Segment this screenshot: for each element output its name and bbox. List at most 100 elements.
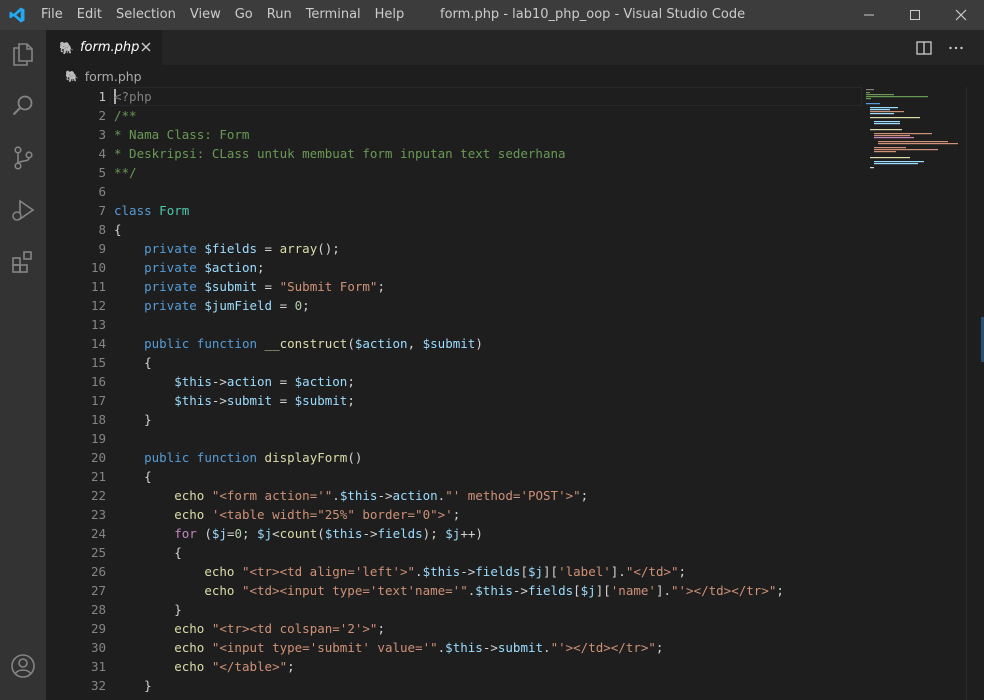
code-line[interactable]: { bbox=[114, 467, 854, 486]
code-content[interactable]: <?php /** * Nama Class: Form * Deskripsi: C… bbox=[114, 87, 854, 695]
close-window-button[interactable] bbox=[938, 0, 984, 30]
code-token: private bbox=[144, 298, 197, 313]
menu-run[interactable]: Run bbox=[260, 0, 299, 30]
code-token: /** bbox=[114, 108, 137, 123]
code-line[interactable]: <?php bbox=[114, 87, 854, 106]
code-token: action bbox=[392, 488, 438, 503]
menu-go[interactable]: Go bbox=[228, 0, 260, 30]
code-line[interactable]: * Nama Class: Form bbox=[114, 125, 854, 144]
code-token: ; bbox=[580, 488, 589, 503]
minimize-button[interactable] bbox=[846, 0, 892, 30]
accounts-icon[interactable] bbox=[9, 652, 37, 680]
code-line[interactable]: private $action; bbox=[114, 258, 854, 277]
code-line[interactable]: $this->submit = $submit; bbox=[114, 391, 854, 410]
more-actions-icon[interactable] bbox=[947, 39, 965, 57]
menu-view[interactable]: View bbox=[183, 0, 228, 30]
code-line[interactable]: $this->action = $action; bbox=[114, 372, 854, 391]
split-editor-icon[interactable] bbox=[915, 39, 933, 57]
code-line[interactable]: } bbox=[114, 600, 854, 619]
code-line[interactable]: * Deskripsi: CLass untuk membuat form in… bbox=[114, 144, 854, 163]
code-line[interactable]: ​ bbox=[114, 182, 854, 201]
run-debug-icon[interactable] bbox=[9, 196, 37, 224]
code-line[interactable]: ​ bbox=[114, 429, 854, 448]
code-line[interactable]: echo "</table>"; bbox=[114, 657, 854, 676]
code-token: $j bbox=[580, 583, 596, 598]
menu-edit[interactable]: Edit bbox=[70, 0, 109, 30]
code-token: public bbox=[144, 450, 190, 465]
source-control-icon[interactable] bbox=[9, 144, 37, 172]
code-token: } bbox=[114, 602, 182, 617]
code-line[interactable]: { bbox=[114, 220, 854, 239]
code-token: 'name' bbox=[610, 583, 656, 598]
code-token: $j bbox=[211, 526, 227, 541]
code-token: echo bbox=[204, 564, 235, 579]
code-token: private bbox=[144, 260, 197, 275]
code-editor[interactable]: 1 2 3 4 5 6 7 8 9 10 11 12 13 14 15 16 17 18 19 20 21 22 23 24 2… bbox=[46, 87, 984, 700]
code-line[interactable]: } bbox=[114, 410, 854, 429]
code-line[interactable]: public function __construct($action, $su… bbox=[114, 334, 854, 353]
line-number: 14 bbox=[90, 336, 106, 351]
code-token: $submit bbox=[294, 393, 348, 408]
breadcrumb-file[interactable]: form.php bbox=[85, 69, 142, 84]
code-line[interactable]: private $fields = array(); bbox=[114, 239, 854, 258]
code-line[interactable]: ​ bbox=[114, 315, 854, 334]
code-line[interactable]: echo "<tr><td colspan='2'>"; bbox=[114, 619, 854, 638]
code-line[interactable]: for ($j=0; $j<count($this->fields); $j++… bbox=[114, 524, 854, 543]
search-icon[interactable] bbox=[9, 92, 37, 120]
code-line[interactable]: private $submit = "Submit Form"; bbox=[114, 277, 854, 296]
menu-selection[interactable]: Selection bbox=[109, 0, 183, 30]
code-line[interactable]: private $jumField = 0; bbox=[114, 296, 854, 315]
minimap[interactable] bbox=[866, 87, 966, 177]
code-line[interactable]: echo '<table width="25%" border="0">'; bbox=[114, 505, 854, 524]
code-line[interactable]: } bbox=[114, 676, 854, 695]
code-token: { bbox=[114, 222, 122, 237]
maximize-button[interactable] bbox=[892, 0, 938, 30]
code-token: $this bbox=[422, 564, 461, 579]
code-line[interactable]: echo "<td><input type='text'name='".$thi… bbox=[114, 581, 854, 600]
code-line[interactable]: { bbox=[114, 543, 854, 562]
code-line[interactable]: public function displayForm() bbox=[114, 448, 854, 467]
code-line[interactable]: /** bbox=[114, 106, 854, 125]
line-number: 29 bbox=[90, 621, 106, 636]
close-tab-icon[interactable] bbox=[138, 39, 154, 55]
tab-form-php[interactable]: 🐘 form.php bbox=[46, 30, 162, 65]
code-token: $j bbox=[527, 564, 544, 579]
code-token: ; bbox=[347, 393, 355, 408]
menu-help[interactable]: Help bbox=[368, 0, 412, 30]
line-number: 17 bbox=[90, 393, 106, 408]
code-token: { bbox=[114, 355, 152, 370]
code-token: ; bbox=[377, 279, 385, 294]
line-number: 24 bbox=[90, 526, 106, 541]
code-token: 'label' bbox=[558, 564, 611, 579]
code-line[interactable]: { bbox=[114, 353, 854, 372]
extensions-icon[interactable] bbox=[9, 248, 37, 276]
code-token: $fields bbox=[204, 241, 258, 256]
code-line[interactable]: echo "<form action='".$this->action."' m… bbox=[114, 486, 854, 505]
code-token: echo bbox=[174, 488, 205, 503]
code-line[interactable]: **/ bbox=[114, 163, 854, 182]
code-line[interactable]: echo "<input type='submit' value='". $thi… bbox=[114, 638, 854, 657]
menu-terminal[interactable]: Terminal bbox=[299, 0, 368, 30]
code-line[interactable]: echo "<tr><td align='left'>".$this->fiel… bbox=[114, 562, 854, 581]
code-token: array bbox=[279, 241, 318, 256]
code-token: -> bbox=[512, 583, 528, 598]
minimize-icon bbox=[864, 14, 874, 16]
line-number: 31 bbox=[90, 659, 106, 674]
menu-file[interactable]: File bbox=[34, 0, 70, 30]
code-token: "Submit Form" bbox=[279, 279, 378, 294]
code-token: function bbox=[196, 336, 258, 351]
code-token: __construct bbox=[264, 336, 348, 351]
line-number: 11 bbox=[90, 279, 106, 294]
code-token: ) bbox=[475, 336, 483, 351]
code-line[interactable]: class Form bbox=[114, 201, 854, 220]
explorer-icon[interactable] bbox=[9, 40, 37, 68]
code-token: 0 bbox=[234, 526, 242, 541]
line-number: 4 bbox=[98, 146, 106, 161]
